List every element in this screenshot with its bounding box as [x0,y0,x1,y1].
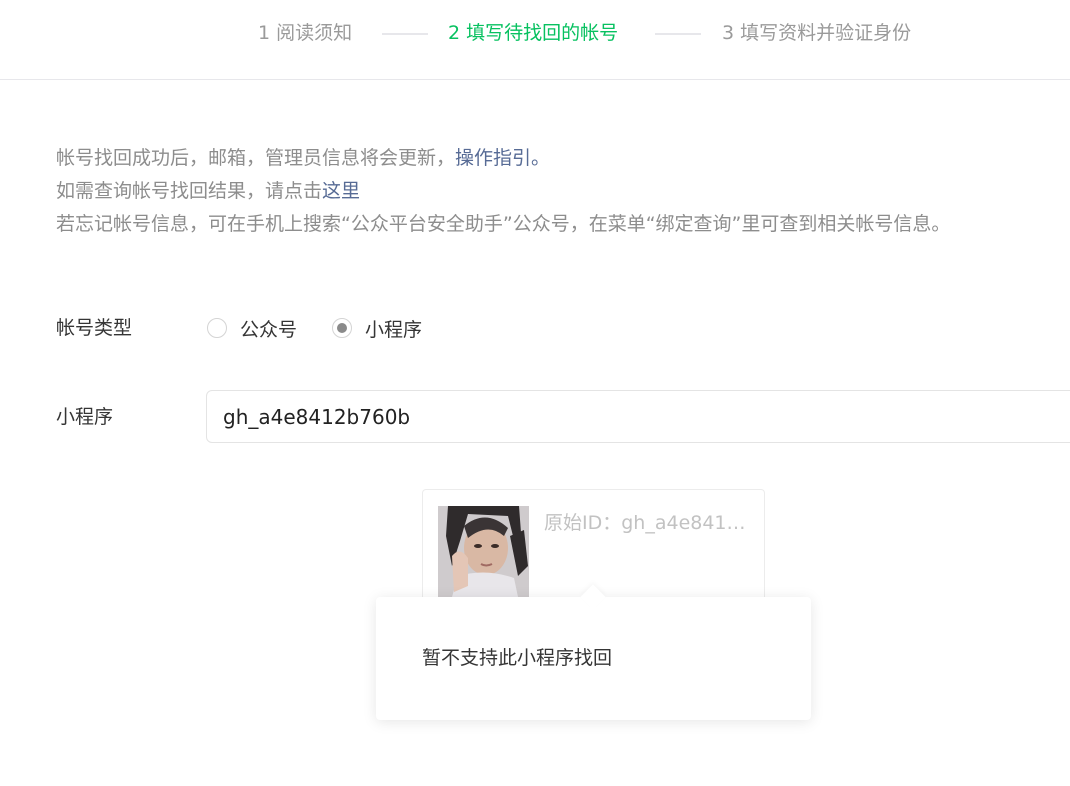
account-type-label: 帐号类型 [56,317,133,339]
unsupported-popover: 暂不支持此小程序找回 [376,584,811,720]
mini-program-label: 小程序 [56,406,114,428]
radio-official-account-label: 公众号 [240,318,298,341]
notice-line-2-text: 如需查询帐号找回结果，请点击 [56,180,323,202]
notice-text: 帐号找回成功后，邮箱，管理员信息将会更新，操作指引。 如需查询帐号找回结果，请点… [56,142,950,241]
step-progress-bar: 1 阅读须知 2 填写待找回的帐号 3 填写资料并验证身份 [0,0,1070,80]
step-1: 1 阅读须知 [258,22,353,44]
popover-message: 暂不支持此小程序找回 [422,647,613,669]
notice-line-1-text: 帐号找回成功后，邮箱，管理员信息将会更新， [56,147,456,169]
operation-guide-link[interactable]: 操作指引。 [455,147,550,169]
notice-line-2: 如需查询帐号找回结果，请点击这里 [56,175,950,208]
original-id-text: 原始ID：gh_a4e8412b760b [544,512,749,534]
step-2-active: 2 填写待找回的帐号 [448,22,619,44]
character-avatar-image [438,506,529,597]
notice-line-1: 帐号找回成功后，邮箱，管理员信息将会更新，操作指引。 [56,142,950,175]
radio-mini-program[interactable]: 小程序 [332,315,422,341]
step-divider [382,33,428,35]
mini-program-id-input[interactable] [206,390,1070,443]
avatar-portrait-icon [438,506,529,597]
radio-official-account[interactable]: 公众号 [207,315,297,341]
radio-checked-icon [332,318,352,338]
radio-unchecked-icon [207,318,227,338]
notice-line-3: 若忘记帐号信息，可在手机上搜索“公众平台安全助手”公众号，在菜单“绑定查询”里可… [56,213,951,235]
step-3: 3 填写资料并验证身份 [722,22,912,44]
step-divider [655,33,701,35]
query-result-link[interactable]: 这里 [322,180,360,202]
radio-mini-program-label: 小程序 [365,318,423,341]
